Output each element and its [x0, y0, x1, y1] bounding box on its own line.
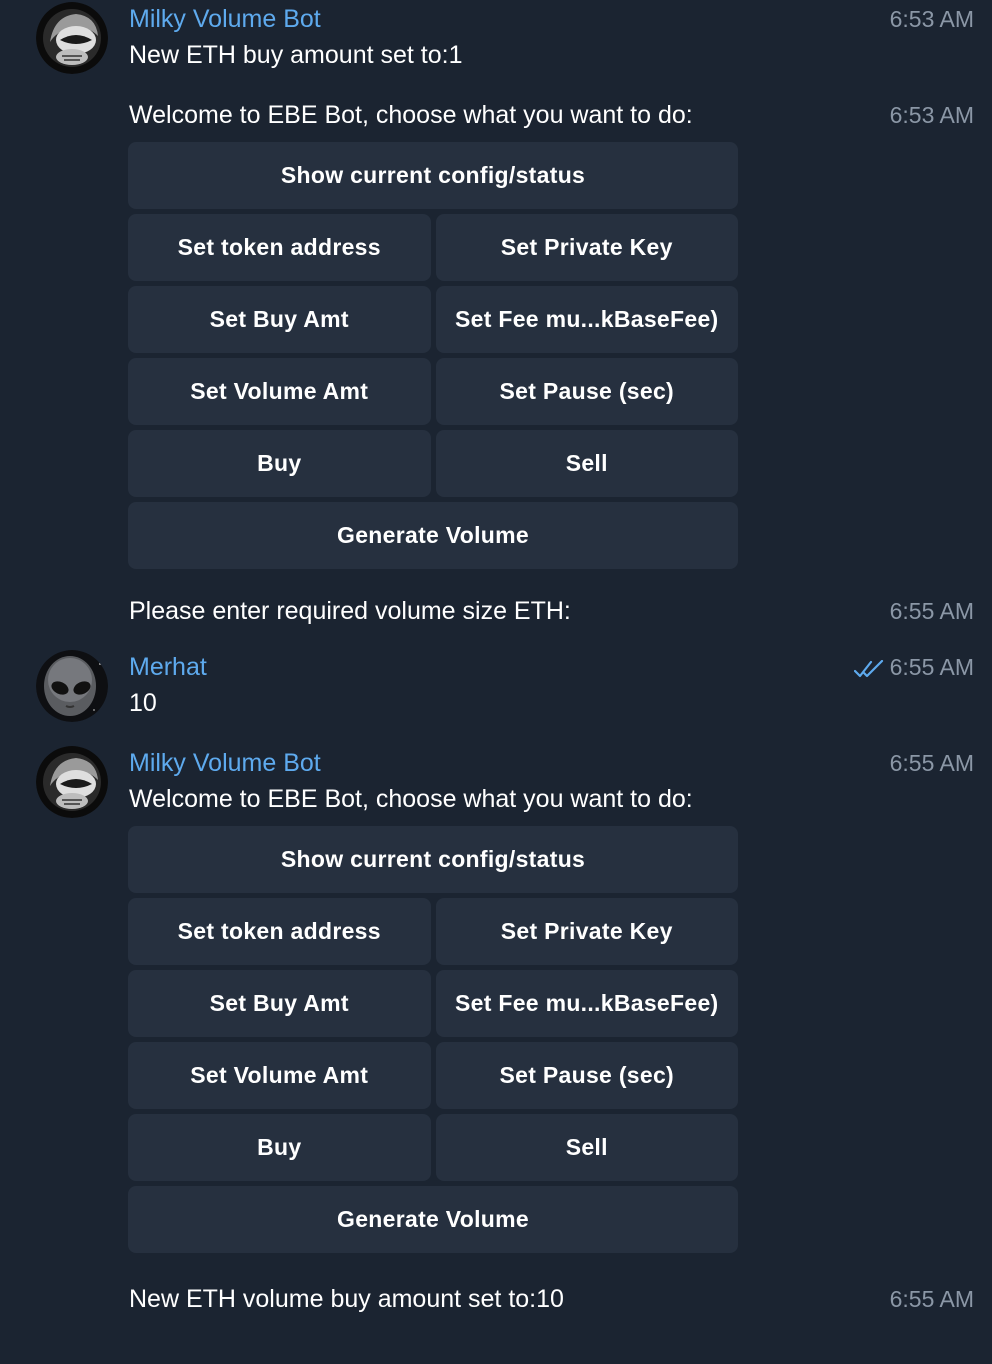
set-fee-button[interactable]: Set Fee mu...kBaseFee): [435, 286, 738, 353]
message-time: 6:55 AM: [853, 651, 974, 683]
chat-history: Milky Volume Bot New ETH buy amount set …: [0, 0, 992, 1364]
user-avatar[interactable]: [36, 650, 108, 722]
show-config-button[interactable]: Show current config/status: [128, 142, 738, 209]
message-time: 6:53 AM: [889, 102, 974, 128]
set-volume-amt-button[interactable]: Set Volume Amt: [128, 358, 431, 425]
message-text: 10: [129, 689, 157, 717]
message-text: New ETH volume buy amount set to:10: [129, 1285, 564, 1313]
message-text: New ETH buy amount set to:1: [129, 41, 463, 69]
set-token-address-button[interactable]: Set token address: [128, 214, 431, 281]
alien-face-icon: [36, 650, 108, 722]
sender-name[interactable]: Milky Volume Bot: [129, 3, 321, 35]
set-token-address-button[interactable]: Set token address: [128, 898, 431, 965]
set-private-key-button[interactable]: Set Private Key: [435, 214, 738, 281]
sell-button[interactable]: Sell: [435, 1114, 738, 1181]
set-fee-button[interactable]: Set Fee mu...kBaseFee): [435, 970, 738, 1037]
buy-button[interactable]: Buy: [128, 430, 431, 497]
inline-keyboard: Show current config/status Set token add…: [128, 142, 738, 574]
sender-name[interactable]: Merhat: [129, 651, 207, 683]
double-check-icon: [853, 659, 883, 678]
message-text: Welcome to EBE Bot, choose what you want…: [129, 101, 693, 129]
bot-avatar[interactable]: [36, 746, 108, 818]
generate-volume-button[interactable]: Generate Volume: [128, 502, 738, 569]
message-time: 6:53 AM: [889, 6, 974, 32]
set-buy-amt-button[interactable]: Set Buy Amt: [128, 970, 431, 1037]
show-config-button[interactable]: Show current config/status: [128, 826, 738, 893]
generate-volume-button[interactable]: Generate Volume: [128, 1186, 738, 1253]
message-text: Please enter required volume size ETH:: [129, 597, 571, 625]
message-time: 6:55 AM: [889, 598, 974, 624]
set-pause-button[interactable]: Set Pause (sec): [435, 1042, 738, 1109]
set-volume-amt-button[interactable]: Set Volume Amt: [128, 1042, 431, 1109]
sell-button[interactable]: Sell: [435, 430, 738, 497]
message-time: 6:55 AM: [889, 1286, 974, 1312]
set-pause-button[interactable]: Set Pause (sec): [435, 358, 738, 425]
sender-name[interactable]: Milky Volume Bot: [129, 747, 321, 779]
bot-avatar[interactable]: [36, 2, 108, 74]
time-label: 6:55 AM: [889, 654, 974, 680]
buy-button[interactable]: Buy: [128, 1114, 431, 1181]
message-text: Welcome to EBE Bot, choose what you want…: [129, 785, 693, 813]
set-buy-amt-button[interactable]: Set Buy Amt: [128, 286, 431, 353]
set-private-key-button[interactable]: Set Private Key: [435, 898, 738, 965]
message-time: 6:55 AM: [889, 750, 974, 776]
inline-keyboard: Show current config/status Set token add…: [128, 826, 738, 1258]
astronaut-helmet-icon: [36, 746, 108, 818]
astronaut-helmet-icon: [36, 2, 108, 74]
